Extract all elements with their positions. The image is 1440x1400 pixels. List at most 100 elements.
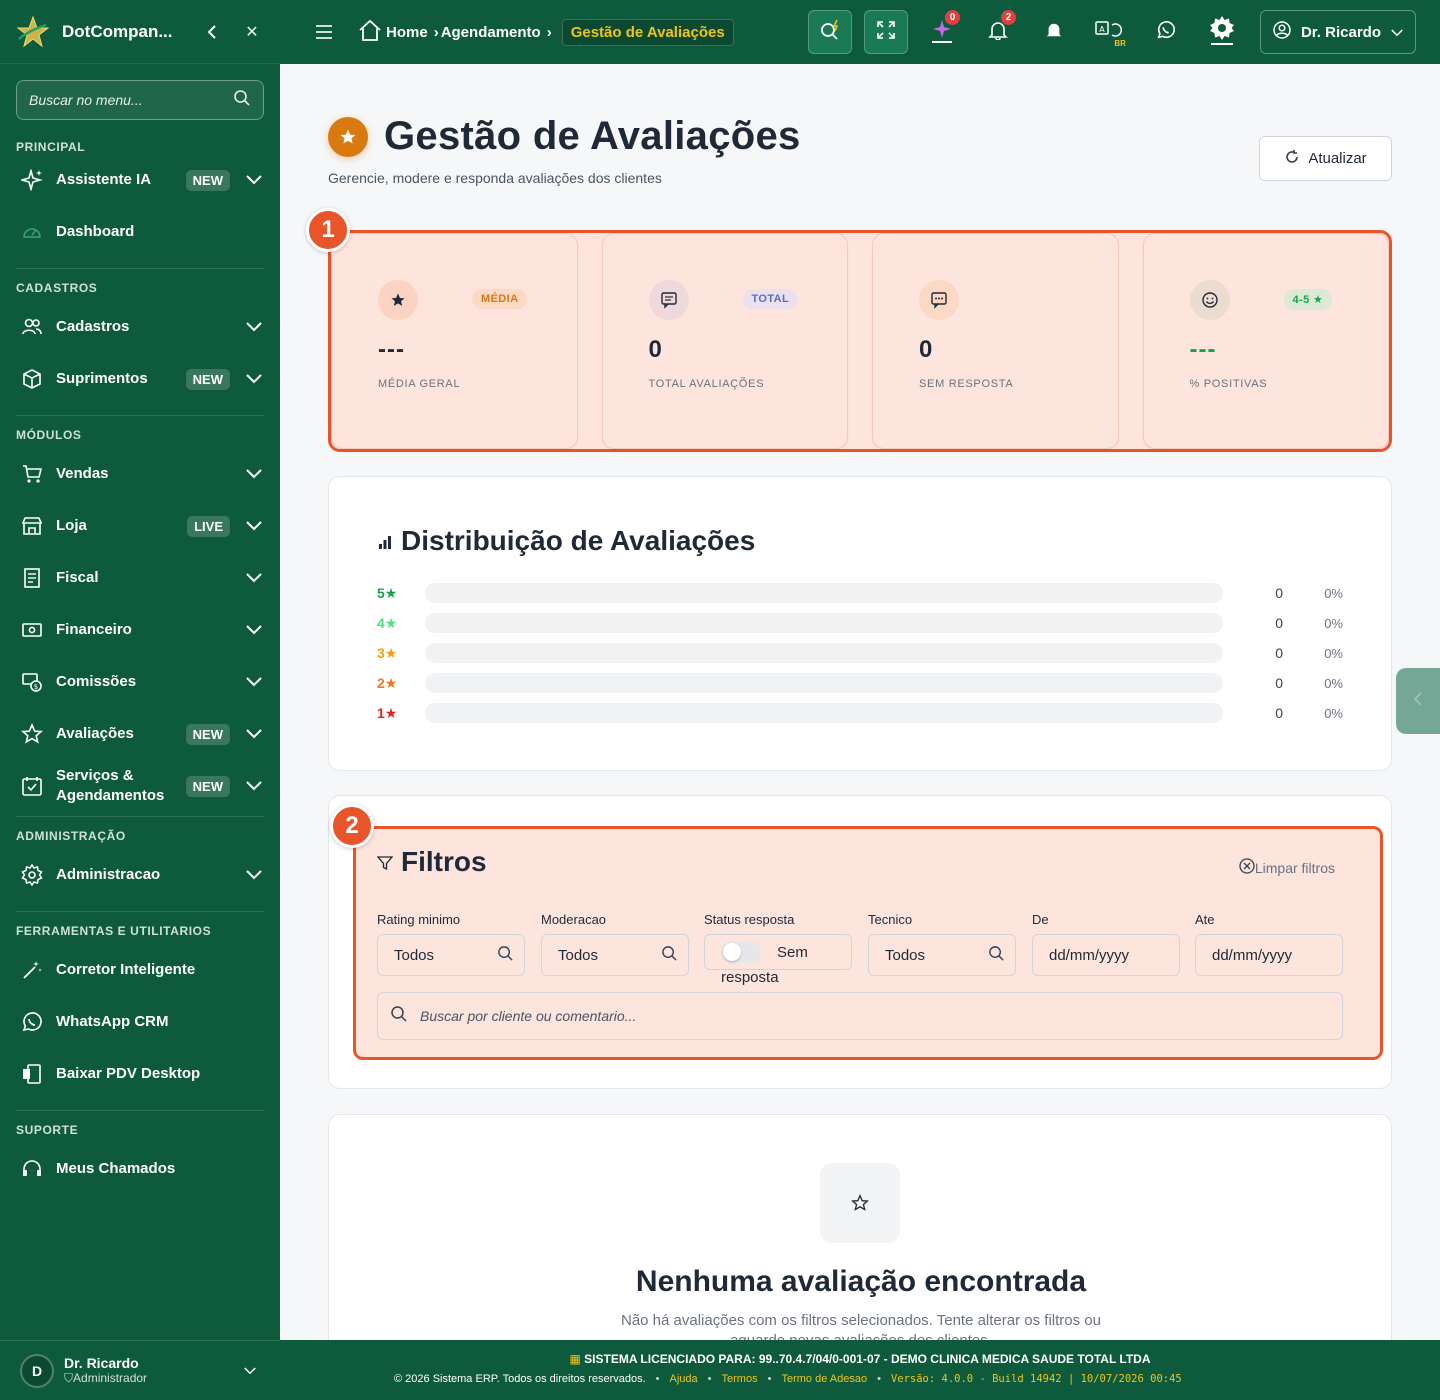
terms-link[interactable]: Termos [722, 1373, 758, 1385]
tecnico-filter: Tecnico Todos [868, 912, 1016, 976]
sidebar-item-corretor[interactable]: Corretor Inteligente [0, 944, 280, 996]
adhesion-terms-link[interactable]: Termo de Adesao [781, 1373, 867, 1385]
star-logo-icon [16, 15, 50, 49]
sidebar-item-label: Comissões [56, 673, 137, 690]
bell-filled-icon [1045, 21, 1063, 44]
moderacao-select[interactable]: Todos [541, 934, 689, 976]
date-from-input[interactable]: dd/mm/yyyy [1032, 934, 1180, 976]
new-badge: NEW [185, 775, 230, 797]
fullscreen-button[interactable] [863, 10, 908, 54]
stat-card-positivas: 4-5 ★ --- % POSITIVAS [1142, 233, 1389, 449]
hamburger-icon[interactable] [316, 25, 338, 39]
date-to-input[interactable]: dd/mm/yyyy [1195, 934, 1343, 976]
refresh-icon [1284, 149, 1308, 169]
tecnico-select[interactable]: Todos [868, 934, 1016, 976]
search-icon [390, 1005, 408, 1028]
sidebar-item-servicos[interactable]: Serviços & Agendamentos NEW [0, 760, 280, 812]
notifications-button[interactable]: 2 [976, 10, 1020, 54]
sidebar-item-vendas[interactable]: Vendas [0, 448, 280, 500]
sidebar-item-chamados[interactable]: Meus Chamados [0, 1143, 280, 1195]
close-icon[interactable]: ✕ [240, 20, 264, 44]
stat-tag: MÉDIA [472, 289, 528, 309]
side-panel-toggle[interactable] [1396, 668, 1440, 734]
stat-label: % POSITIVAS [1189, 378, 1268, 390]
distribution-row: 3★ 0 0% [377, 643, 1343, 663]
review-search[interactable] [377, 992, 1343, 1040]
smile-icon [1189, 280, 1230, 320]
coins-icon: $ [20, 670, 44, 694]
rating-label: 5★ [377, 584, 398, 601]
license-prefix: SISTEMA LICENCIADO PARA: [584, 1352, 756, 1366]
date-from-filter: De dd/mm/yyyy [1032, 912, 1180, 976]
review-search-input[interactable] [420, 1008, 1330, 1024]
quick-search-button[interactable] [807, 10, 852, 54]
users-icon [20, 315, 44, 339]
chevron-down-icon [244, 672, 264, 692]
breadcrumb-home[interactable]: Home [358, 19, 428, 45]
star-icon [378, 280, 418, 320]
menu-search[interactable] [16, 80, 264, 120]
language-button[interactable]: A BR [1088, 10, 1132, 54]
expand-icon [876, 20, 896, 45]
whatsapp-button[interactable] [1144, 10, 1188, 54]
settings-button[interactable] [1200, 10, 1244, 54]
gauge-icon [20, 220, 44, 244]
refresh-button[interactable]: Atualizar [1259, 136, 1392, 181]
annotation-badge-2: 2 [330, 804, 374, 848]
rating-bar-track [425, 583, 1223, 603]
sidebar-user[interactable]: D Dr. Ricardo ⛉Administrador [0, 1340, 280, 1400]
stat-card-sem-resposta: 0 SEM RESPOSTA [872, 233, 1119, 449]
headset-icon [20, 1157, 44, 1181]
copyright: © 2026 Sistema ERP. Todos os direitos re… [394, 1373, 646, 1385]
breadcrumb-separator: › [546, 23, 552, 41]
sidebar-item-cadastros[interactable]: Cadastros [0, 301, 280, 353]
rating-label: 1★ [377, 704, 398, 721]
date-to-placeholder: dd/mm/yyyy [1212, 946, 1293, 964]
sidebar-item-label: Meus Chamados [56, 1160, 176, 1177]
separator-dot: • [767, 1373, 772, 1385]
ai-button[interactable]: 0 [920, 10, 964, 54]
search-icon [497, 945, 514, 966]
shield-check-icon: ⛉ [64, 1371, 74, 1385]
status-toggle-text-2: resposta [721, 969, 779, 986]
status-toggle-box[interactable]: Sem resposta [704, 934, 852, 986]
sidebar-item-pdv[interactable]: Baixar PDV Desktop [0, 1048, 280, 1100]
stat-tag: TOTAL [742, 289, 799, 309]
user-circle-icon [1273, 21, 1301, 43]
rating-percent: 0% [1324, 585, 1343, 601]
sidebar-item-label: Corretor Inteligente [56, 961, 196, 978]
home-icon [358, 19, 386, 45]
user-menu[interactable]: Dr. Ricardo [1259, 10, 1416, 54]
rating-filter: Rating minimo Todos [377, 912, 525, 976]
alerts-button[interactable] [1032, 10, 1076, 54]
moderacao-filter: Moderacao Todos [541, 912, 689, 976]
breadcrumb-separator: › [433, 23, 439, 41]
sidebar-item-avaliacoes[interactable]: Avaliações NEW [0, 708, 280, 760]
sidebar-item-financeiro[interactable]: Financeiro [0, 604, 280, 656]
stat-label: SEM RESPOSTA [919, 378, 1014, 390]
sidebar-item-administracao[interactable]: Administracao [0, 849, 280, 901]
sidebar-item-whatsapp[interactable]: WhatsApp CRM [0, 996, 280, 1048]
rating-select[interactable]: Todos [377, 934, 525, 976]
sidebar-item-comissoes[interactable]: $ Comissões [0, 656, 280, 708]
sidebar-item-suprimentos[interactable]: Suprimentos NEW [0, 353, 280, 405]
tecnico-select-value: Todos [885, 946, 926, 964]
sidebar-item-assistente-ia[interactable]: Assistente IA NEW [0, 154, 280, 206]
empty-state-message: Não há avaliações com os filtros selecio… [621, 1312, 1101, 1340]
sidebar-item-loja[interactable]: Loja LIVE [0, 500, 280, 552]
chevron-down-icon [244, 516, 264, 536]
breadcrumb-agendamento[interactable]: Agendamento [441, 24, 541, 41]
sidebar-item-fiscal[interactable]: Fiscal [0, 552, 280, 604]
calendar-check-icon [20, 774, 44, 798]
rating-label: 2★ [377, 674, 398, 691]
sidebar-item-dashboard[interactable]: Dashboard [0, 206, 280, 258]
menu-search-input[interactable] [29, 92, 233, 108]
status-toggle[interactable] [721, 941, 761, 963]
collapse-sidebar-icon[interactable] [200, 20, 224, 44]
help-link[interactable]: Ajuda [670, 1373, 698, 1385]
rating-percent: 0% [1324, 645, 1343, 661]
sidebar-item-label: Vendas [56, 465, 109, 482]
clear-filters-button[interactable]: Limpar filtros [1239, 858, 1335, 877]
rating-count: 0 [1275, 615, 1283, 631]
search-icon [988, 945, 1005, 966]
